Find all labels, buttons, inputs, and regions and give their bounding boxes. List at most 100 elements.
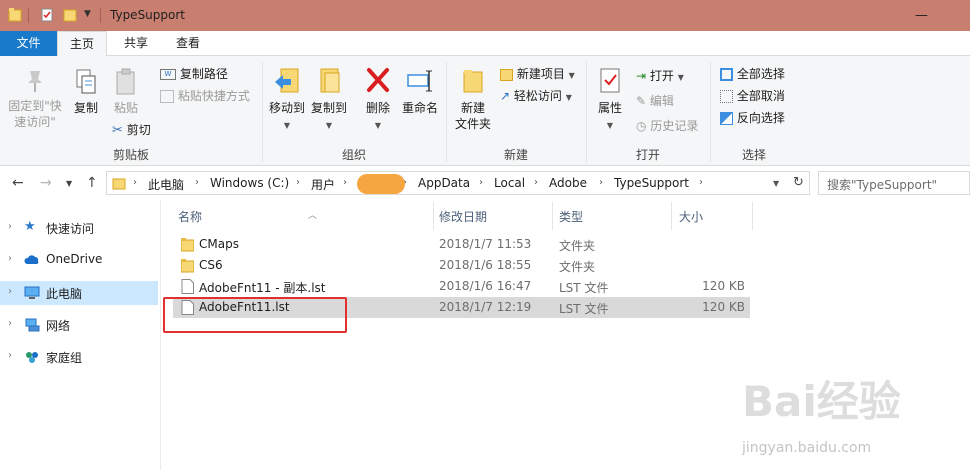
select-all-icon [720, 68, 733, 81]
file-row-cs6[interactable]: CS6 2018/1/6 18:55 文件夹 [173, 255, 750, 276]
recent-locations-chevron-icon[interactable]: ▼ [66, 179, 72, 188]
crumb-separator: › [133, 177, 137, 188]
copy-to-button[interactable]: 复制到 ▼ [308, 66, 350, 134]
pin-quick-access-button[interactable]: 固定到"快 速访问" [6, 68, 64, 130]
file-row-cmaps[interactable]: CMaps 2018/1/7 11:53 文件夹 [173, 234, 750, 255]
select-group-label: 选择 [741, 148, 766, 162]
address-bar[interactable]: › 此电脑 › Windows (C:) › 用户 › › AppData › … [106, 171, 810, 195]
select-none-button[interactable]: 全部取消 [720, 87, 785, 104]
folder-icon [112, 178, 126, 190]
history-label: 历史记录 [650, 119, 699, 133]
rename-label: 重命名 [401, 101, 438, 115]
address-dropdown-icon[interactable]: ▼ [773, 179, 779, 188]
paste-button[interactable]: 粘贴 [108, 68, 144, 116]
crumb-windows-c[interactable]: Windows (C:) [210, 176, 289, 190]
nav-label: 网络 [46, 319, 71, 333]
refresh-icon[interactable]: ↻ [793, 175, 804, 190]
expand-chevron-icon[interactable]: › [8, 286, 12, 297]
rename-button[interactable]: 重命名 [400, 66, 440, 116]
nav-item-quick-access[interactable]: › ★ 快速访问 [0, 216, 158, 240]
crumb-this-pc[interactable]: 此电脑 [148, 176, 184, 193]
copy-path-icon: W [160, 69, 176, 80]
computer-icon [24, 286, 40, 299]
back-arrow-icon[interactable]: ← [12, 175, 24, 191]
pin-icon [28, 71, 42, 92]
history-button[interactable]: ◷ 历史记录 [636, 117, 698, 134]
move-to-dropdown-icon: ▼ [283, 121, 291, 130]
forward-arrow-icon[interactable]: → [40, 175, 52, 191]
nav-item-this-pc[interactable]: › 此电脑 [0, 281, 158, 305]
tab-view[interactable]: 查看 [164, 31, 212, 56]
nav-item-network[interactable]: › 网络 [0, 313, 158, 337]
file-name: CMaps [199, 237, 239, 251]
new-folder-quick-icon[interactable] [63, 7, 77, 23]
scissors-icon: ✂ [112, 123, 123, 138]
tab-file[interactable]: 文件 [0, 31, 57, 56]
crumb-local[interactable]: Local [494, 176, 525, 190]
crumb-separator: › [343, 177, 347, 188]
easy-access-button[interactable]: ↗ 轻松访问 ▼ [500, 87, 572, 104]
nav-item-homegroup[interactable]: › 家庭组 [0, 345, 158, 369]
new-folder-button[interactable]: 新建 文件夹 [452, 66, 494, 132]
up-arrow-icon[interactable]: ↑ [86, 175, 98, 191]
select-all-button[interactable]: 全部选择 [720, 65, 785, 82]
annotation-highlight-box [163, 297, 347, 333]
delete-button[interactable]: 删除 ▼ [362, 66, 394, 134]
file-modified: 2018/1/6 16:47 [439, 279, 532, 293]
search-input[interactable]: 搜索"TypeSupport" [818, 171, 970, 195]
copy-button[interactable]: 复制 [70, 68, 102, 116]
customize-quick-access-icon[interactable]: ▼ [84, 9, 98, 25]
properties-button[interactable]: 属性 ▼ [592, 66, 628, 134]
tab-home[interactable]: 主页 [57, 31, 107, 57]
crumb-adobe[interactable]: Adobe [549, 176, 587, 190]
folder-icon [181, 238, 194, 252]
properties-icon [600, 68, 620, 93]
move-to-button[interactable]: 移动到 ▼ [266, 66, 308, 134]
crumb-users[interactable]: 用户 [311, 176, 335, 193]
copy-path-button[interactable]: W 复制路径 [160, 65, 228, 82]
cut-button[interactable]: ✂ 剪切 [112, 121, 151, 138]
open-label: 打开 [649, 69, 674, 83]
document-icon [181, 279, 194, 294]
search-placeholder: 搜索"TypeSupport" [827, 178, 938, 192]
expand-chevron-icon[interactable]: › [8, 318, 12, 329]
file-row-adobefnt11-copy[interactable]: AdobeFnt11 - 副本.lst 2018/1/6 16:47 LST 文… [173, 276, 750, 297]
paste-shortcut-button[interactable]: 粘贴快捷方式 [160, 87, 250, 104]
edit-icon: ✎ [636, 94, 647, 108]
column-header-type[interactable]: 类型 [553, 202, 671, 230]
move-to-label: 移动到 [268, 101, 305, 115]
properties-dropdown-icon: ▼ [606, 121, 614, 130]
file-type: LST 文件 [559, 302, 609, 316]
column-resize-handle[interactable] [752, 202, 753, 230]
minimize-button[interactable]: — [915, 8, 928, 23]
delete-icon [367, 68, 389, 92]
crumb-appdata[interactable]: AppData [418, 176, 470, 190]
watermark-url: jingyan.baidu.com [742, 440, 872, 456]
copy-to-dropdown-icon: ▼ [325, 121, 333, 130]
column-header-name[interactable]: ︿ 名称 [173, 202, 433, 230]
column-header-size[interactable]: 大小 [672, 202, 752, 230]
watermark: Bai经验 jingyan.baidu.com [742, 356, 970, 470]
paste-icon [116, 68, 135, 95]
sort-ascending-icon: ︿ [308, 211, 318, 221]
invert-selection-button[interactable]: 反向选择 [720, 109, 785, 126]
expand-chevron-icon[interactable]: › [8, 253, 12, 264]
properties-quick-icon[interactable] [40, 7, 54, 23]
nav-item-onedrive[interactable]: › OneDrive [0, 248, 158, 272]
crumb-separator: › [534, 177, 538, 188]
cut-label: 剪切 [126, 123, 151, 137]
tab-share[interactable]: 共享 [112, 31, 160, 56]
crumb-typesupport[interactable]: TypeSupport [614, 176, 689, 190]
crumb-separator: › [479, 177, 483, 188]
edit-label: 编辑 [649, 94, 674, 108]
ribbon: 固定到"快 速访问" 复制 粘贴 W 复制路径 粘贴快捷方式 ✂ 剪切 剪贴板 … [0, 56, 970, 166]
column-header-modified[interactable]: 修改日期 [434, 202, 552, 230]
edit-button[interactable]: ✎ 编辑 [636, 92, 674, 109]
delete-label: 删除 [365, 101, 390, 115]
open-button[interactable]: ⇥ 打开 ▼ [636, 67, 684, 84]
expand-chevron-icon[interactable]: › [8, 350, 12, 361]
copy-icon [76, 69, 96, 94]
expand-chevron-icon[interactable]: › [8, 221, 12, 232]
cloud-icon [24, 255, 39, 264]
new-item-button[interactable]: 新建项目 ▼ [500, 65, 575, 82]
